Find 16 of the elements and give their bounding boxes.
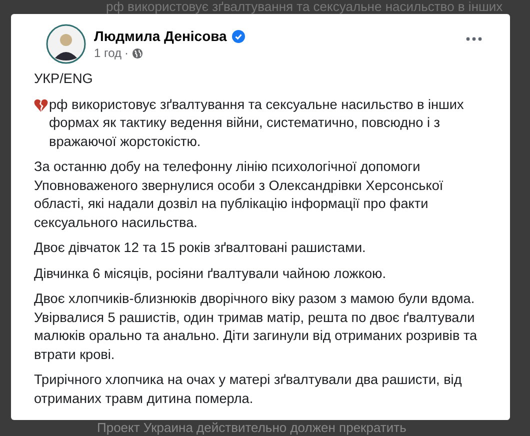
post-text: Дівчинка 6 місяців, росіяни ґвалтували чайною ложкою. (34, 266, 386, 280)
globe-icon[interactable] (132, 48, 143, 58)
background-text: Проект Украина действительно должен прекратить (97, 421, 406, 435)
more-icon[interactable] (466, 37, 482, 41)
post-text: УКР/ENG (34, 71, 93, 86)
post-text: Двоє хлопчиків-близнюків дворічного віку разом з мамою були вдома. Увірвалися 5 рашистів, один тримав матір, решта по двоє ґвалтували малюків орально та анально. Діти загинули від отриманих розривів та втрати крові. (34, 291, 478, 362)
post-time[interactable]: 1 год (94, 46, 122, 60)
background-text: рф використовує зґвалтування та сексуальне насильство в інших (106, 0, 503, 14)
separator-dot: · (124, 46, 129, 60)
author-name[interactable]: Людмила Денісова (94, 28, 227, 44)
broken-heart-icon (34, 98, 48, 112)
post-text: Двоє дівчаток 12 та 15 років зґвалтовані рашистами. (34, 240, 366, 255)
post-text: Трирічного хлопчика на очах у матері зґвалтували два рашисти, від отриманих травм дитина померла. (34, 372, 462, 406)
post-text: За останню добу на телефонну лінію психологічної допомоги Уповноваженого звернулися особи з Олександрівки Херсонської області, які надали дозвіл на публікацію інформації про факти сексуального насильства. (34, 159, 444, 230)
avatar (46, 24, 86, 64)
post-text: рф використовує зґвалтування та сексуальне насильство в інших формах як тактику ведення війни, систематично, повсюдно і з вражаючої жорстокістю. (49, 96, 465, 151)
